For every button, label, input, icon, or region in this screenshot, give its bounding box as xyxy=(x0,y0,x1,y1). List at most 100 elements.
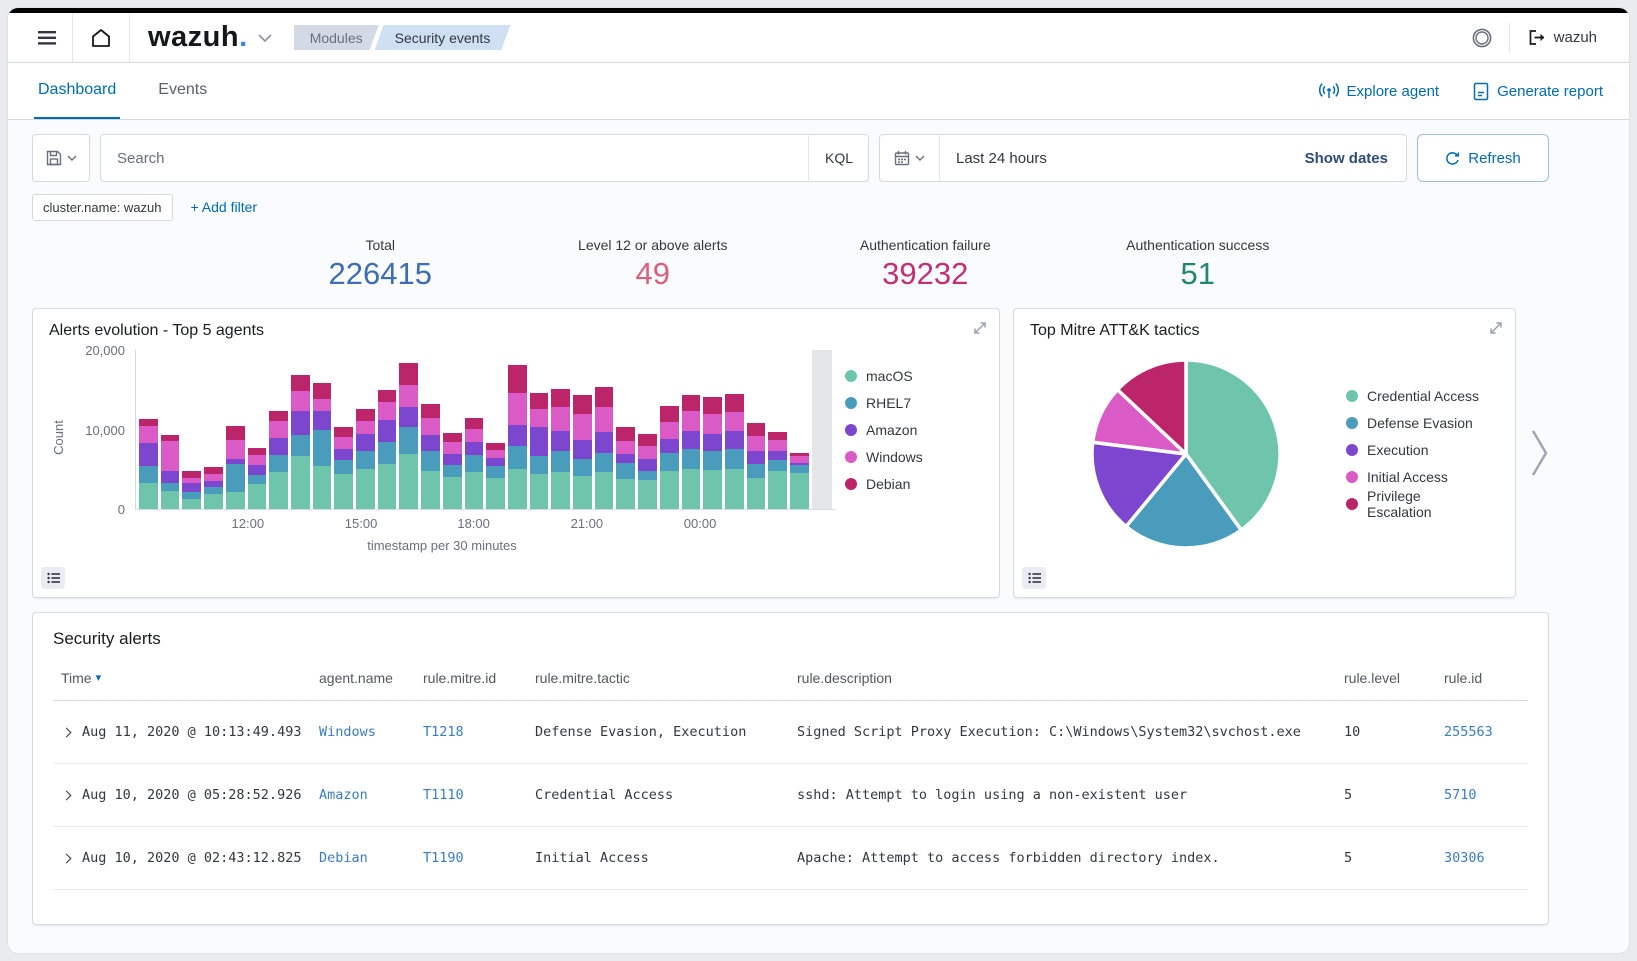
col-header-agent-name[interactable]: agent.name xyxy=(311,670,415,686)
bar-segment-Windows xyxy=(768,440,787,451)
cell-description: Apache: Attempt to access forbidden dire… xyxy=(789,850,1336,866)
legend-label: Windows xyxy=(866,449,923,465)
cell-agent-name: Amazon xyxy=(311,787,415,803)
logo-chevron-down-icon[interactable] xyxy=(258,34,272,42)
col-header-time[interactable]: Time▾ xyxy=(53,670,311,686)
stat-value: 226415 xyxy=(244,256,517,292)
expand-panel-icon[interactable] xyxy=(973,321,987,335)
cell-rule-id: 5710 xyxy=(1436,787,1528,803)
bar-segment-Amazon xyxy=(161,471,180,482)
expand-row-icon[interactable] xyxy=(62,727,72,737)
expand-row-icon[interactable] xyxy=(62,853,72,863)
expand-row-icon[interactable] xyxy=(62,790,72,800)
cell-agent-name: Debian xyxy=(311,850,415,866)
legend-label: Privilege Escalation xyxy=(1367,488,1484,520)
pie-svg[interactable] xyxy=(1086,354,1286,554)
legend-item-macos[interactable]: macOS xyxy=(845,362,983,389)
bar-segment-Amazon xyxy=(530,427,549,456)
legend-item-defense-evasion[interactable]: Defense Evasion xyxy=(1346,409,1484,436)
user-menu[interactable]: wazuh xyxy=(1510,29,1615,46)
add-filter-button[interactable]: + Add filter xyxy=(191,199,258,215)
legend-item-amazon[interactable]: Amazon xyxy=(845,416,983,443)
alerts-table-body: Aug 11, 2020 @ 10:13:49.493WindowsT1218D… xyxy=(53,701,1528,890)
search-input[interactable] xyxy=(100,134,869,182)
bar-segment-Debian xyxy=(660,406,679,422)
sort-desc-icon: ▾ xyxy=(96,671,102,684)
col-header-rule-mitre-tactic[interactable]: rule.mitre.tactic xyxy=(527,670,789,686)
bar-x-labels: 12:0015:0018:0021:0000:00 xyxy=(136,516,835,532)
legend-item-initial-access[interactable]: Initial Access xyxy=(1346,463,1484,490)
legend-dot xyxy=(845,451,857,463)
bar-segment-Windows xyxy=(248,455,267,465)
bar-segment-Amazon xyxy=(334,449,353,460)
legend-item-rhel7[interactable]: RHEL7 xyxy=(845,389,983,416)
bar-segment-Amazon xyxy=(443,454,462,465)
refresh-button[interactable]: Refresh xyxy=(1417,134,1549,182)
legend-item-debian[interactable]: Debian xyxy=(845,470,983,497)
health-check-button[interactable] xyxy=(1455,13,1509,62)
bar-21 xyxy=(595,387,614,509)
legend-item-windows[interactable]: Windows xyxy=(845,443,983,470)
home-button[interactable] xyxy=(73,13,129,62)
col-header-rule-level[interactable]: rule.level xyxy=(1336,670,1436,686)
chevron-down-icon xyxy=(915,155,925,161)
top-bar-right: wazuh xyxy=(1455,13,1615,62)
tab-dashboard[interactable]: Dashboard xyxy=(34,63,120,119)
cell-rule-level: 10 xyxy=(1336,724,1436,740)
menu-button[interactable] xyxy=(22,13,72,62)
bar-segment-Windows xyxy=(313,399,332,412)
expand-panel-icon[interactable] xyxy=(1489,321,1503,335)
bar-23 xyxy=(638,434,657,509)
next-panels-button[interactable] xyxy=(1529,308,1549,598)
saved-query-button[interactable] xyxy=(32,134,90,182)
cell-mitre-id: T1218 xyxy=(415,724,527,740)
bar-segment-RHEL7 xyxy=(682,449,701,469)
bar-segment-Debian xyxy=(421,404,440,418)
wazuh-logo[interactable]: wazuh. xyxy=(130,21,258,54)
bar-segment-RHEL7 xyxy=(182,492,201,499)
x-tick: 18:00 xyxy=(457,516,490,531)
bar-segment-Windows xyxy=(660,422,679,439)
generate-report-button[interactable]: Generate report xyxy=(1473,82,1603,101)
charts-row: Alerts evolution - Top 5 agents Count 20… xyxy=(32,308,1549,598)
bar-segment-RHEL7 xyxy=(768,460,787,471)
bar-segment-macOS xyxy=(291,456,310,509)
col-header-rule-id[interactable]: rule.id xyxy=(1436,670,1528,686)
bar-segment-RHEL7 xyxy=(573,459,592,476)
breadcrumb-security-events[interactable]: Security events xyxy=(375,25,511,50)
col-header-rule-description[interactable]: rule.description xyxy=(789,670,1336,686)
bar-segment-RHEL7 xyxy=(790,465,809,473)
bar-segment-RHEL7 xyxy=(204,487,223,494)
legend-item-execution[interactable]: Execution xyxy=(1346,436,1484,463)
tab-events[interactable]: Events xyxy=(154,63,211,119)
col-header-rule-mitre-id[interactable]: rule.mitre.id xyxy=(415,670,527,686)
explore-agent-button[interactable]: Explore agent xyxy=(1319,82,1440,100)
bar-segment-Amazon xyxy=(682,431,701,449)
bar-segment-RHEL7 xyxy=(725,449,744,469)
bar-segment-macOS xyxy=(443,477,462,509)
query-language-button[interactable]: KQL xyxy=(808,134,869,182)
bar-segment-macOS xyxy=(660,471,679,509)
bar-segment-Windows xyxy=(291,391,310,411)
filter-chip-cluster-name[interactable]: cluster.name: wazuh xyxy=(32,194,173,221)
bar-segment-RHEL7 xyxy=(421,451,440,470)
cell-mitre-tactic: Credential Access xyxy=(527,787,789,803)
bar-segment-macOS xyxy=(182,499,201,509)
broadcast-icon xyxy=(1319,82,1339,100)
inspect-panel-button[interactable] xyxy=(1022,567,1046,589)
inspect-panel-button[interactable] xyxy=(41,567,65,589)
date-picker-calendar-button[interactable] xyxy=(880,135,940,181)
breadcrumb-modules[interactable]: Modules xyxy=(294,25,379,50)
bar-segment-Amazon xyxy=(465,442,484,456)
show-dates-button[interactable]: Show dates xyxy=(1305,150,1406,167)
legend-item-privilege-escalation[interactable]: Privilege Escalation xyxy=(1346,490,1484,517)
bar-segment-Windows xyxy=(616,441,635,454)
bar-5 xyxy=(248,448,267,509)
bar-segment-Amazon xyxy=(182,483,201,492)
bar-segment-macOS xyxy=(638,480,657,509)
chevron-down-icon xyxy=(67,155,77,161)
time-range-value[interactable]: Last 24 hours xyxy=(940,150,1305,167)
legend-item-credential-access[interactable]: Credential Access xyxy=(1346,382,1484,409)
bar-segment-Debian xyxy=(768,432,787,440)
bar-segment-Debian xyxy=(682,395,701,412)
